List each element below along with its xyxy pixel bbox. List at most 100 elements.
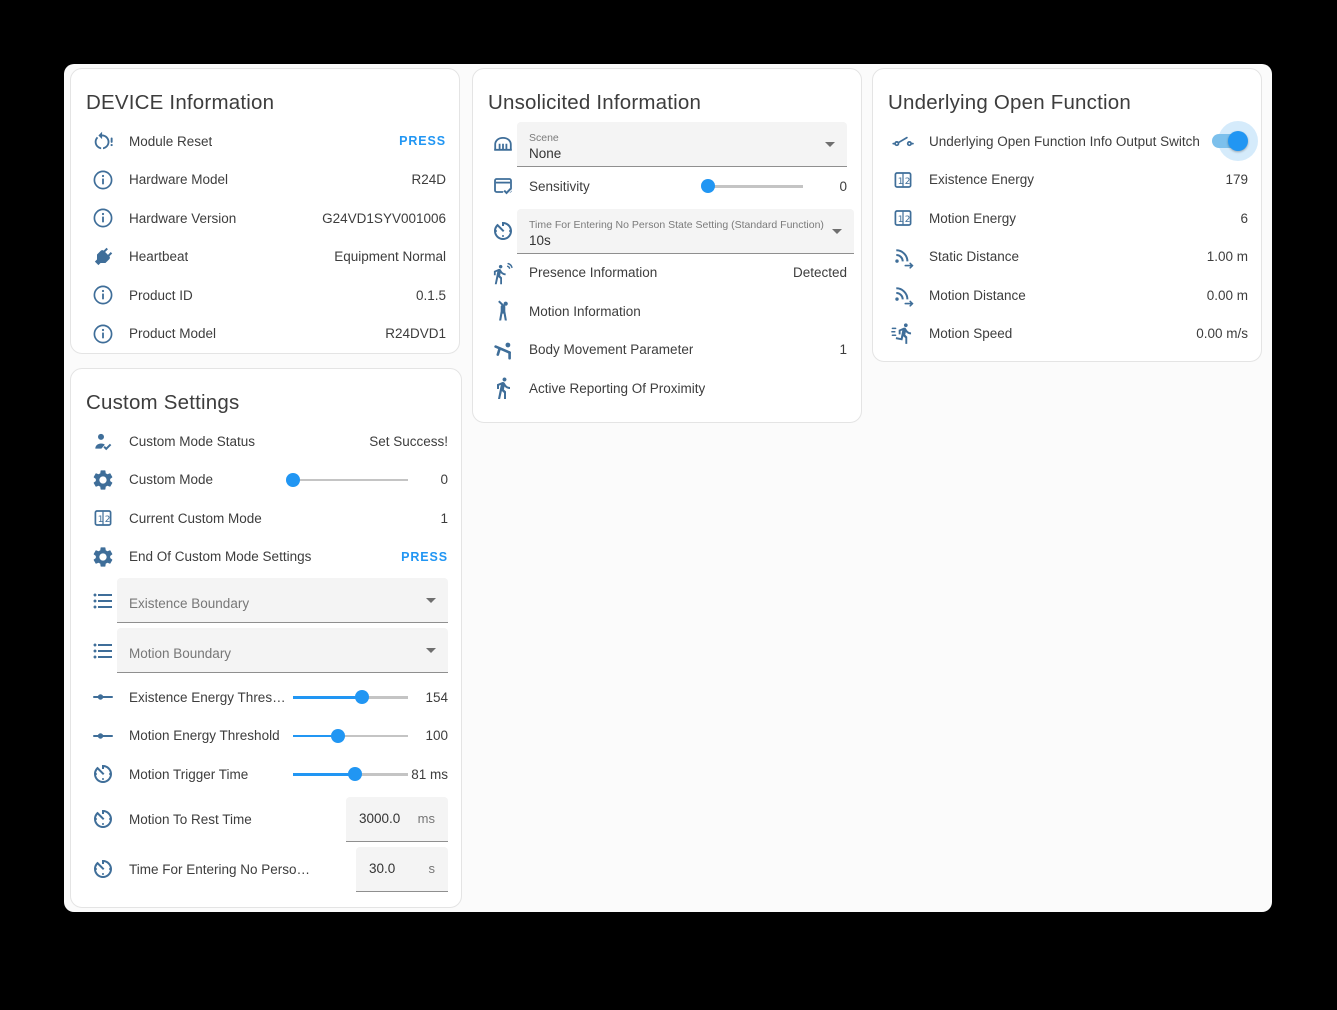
open-function-output-toggle[interactable]	[1208, 129, 1248, 153]
row-label: Custom Mode	[129, 472, 213, 487]
row-value: 179	[1217, 172, 1248, 187]
field-unit: ms	[418, 811, 435, 826]
row-label: Body Movement Parameter	[529, 342, 693, 357]
motion-energy-threshold-slider[interactable]	[293, 728, 408, 744]
signal-distance-icon	[891, 245, 915, 269]
row-label: Motion Energy	[929, 211, 1016, 226]
row-heartbeat: Heartbeat Equipment Normal	[71, 238, 459, 277]
row-label: Product Model	[129, 326, 216, 341]
content-panel: DEVICE Information Module Reset PRESS Ha…	[64, 64, 1272, 912]
slider-thumb[interactable]	[286, 473, 300, 487]
slider-thumb[interactable]	[701, 179, 715, 193]
list-icon	[91, 589, 115, 613]
module-reset-press-button[interactable]: PRESS	[399, 134, 446, 148]
slider-value: 154	[408, 690, 448, 705]
row-presence-information: Presence Information Detected	[473, 254, 861, 293]
row-motion-to-rest-time: Motion To Rest Time 3000.0 ms	[71, 797, 461, 842]
motion-trigger-time-slider[interactable]	[293, 766, 408, 782]
row-body-movement-parameter: Body Movement Parameter 1	[473, 331, 861, 370]
row-motion-boundary: Motion Boundary	[71, 628, 461, 673]
body-movement-icon	[491, 338, 515, 362]
motion-to-rest-time-field[interactable]: 3000.0 ms	[346, 797, 448, 842]
info-icon	[91, 206, 115, 230]
field-value: 30.0	[369, 861, 395, 876]
slider-value: 81 ms	[408, 767, 448, 782]
row-label: End Of Custom Mode Settings	[129, 549, 311, 564]
numbers-icon: 12	[891, 206, 915, 230]
field-unit: s	[429, 861, 436, 876]
svg-text:2: 2	[905, 177, 911, 187]
slider-thumb[interactable]	[348, 767, 362, 781]
row-value: Equipment Normal	[326, 249, 446, 264]
row-value: Set Success!	[361, 434, 448, 449]
slider-dot-icon	[91, 724, 115, 748]
row-label: Underlying Open Function Info Output Swi…	[929, 134, 1200, 149]
existence-energy-threshold-slider[interactable]	[293, 689, 408, 705]
row-time-for-entering-no-person: Time For Entering No Perso… 30.0 s	[71, 847, 461, 892]
row-hardware-model: Hardware Model R24D	[71, 161, 459, 200]
card-title-unsolicited-information: Unsolicited Information	[488, 90, 846, 116]
svg-text:2: 2	[905, 215, 911, 225]
underlying-open-function-card: Underlying Open Function Underlying Open…	[872, 68, 1262, 362]
row-label: Static Distance	[929, 249, 1019, 264]
custom-settings-card: Custom Settings Custom Mode Status Set S…	[70, 368, 462, 908]
row-custom-mode-status: Custom Mode Status Set Success!	[71, 422, 461, 461]
motion-boundary-select[interactable]: Motion Boundary	[117, 628, 448, 673]
sensitivity-slider[interactable]	[703, 178, 803, 194]
slider-thumb[interactable]	[355, 690, 369, 704]
select-label: Time For Entering No Person State Settin…	[529, 219, 824, 232]
row-active-reporting-of-proximity: Active Reporting Of Proximity	[473, 369, 861, 408]
row-label: Presence Information	[529, 265, 657, 280]
row-label: Sensitivity	[529, 179, 590, 194]
card-title-underlying-open-function: Underlying Open Function	[888, 90, 1246, 116]
row-custom-mode: Custom Mode 0	[71, 461, 461, 500]
walking-person-icon	[491, 376, 515, 400]
no-person-time-field[interactable]: 30.0 s	[356, 847, 448, 892]
row-sensitivity: Sensitivity 0	[473, 167, 861, 206]
row-label: Time For Entering No Perso…	[129, 862, 310, 877]
timer-icon	[91, 857, 115, 881]
plug-icon	[91, 245, 115, 269]
no-person-time-select[interactable]: Time For Entering No Person State Settin…	[517, 209, 854, 254]
timer-icon	[91, 807, 115, 831]
field-value: 3000.0	[359, 811, 400, 826]
row-motion-speed: Motion Speed 0.00 m/s	[873, 315, 1261, 354]
svg-text:2: 2	[105, 515, 111, 525]
card-title-device-information: DEVICE Information	[86, 90, 444, 116]
existence-boundary-select[interactable]: Existence Boundary	[117, 578, 448, 623]
row-label: Motion Information	[529, 304, 641, 319]
row-value: 1.00 m	[1199, 249, 1248, 264]
row-value: 1	[432, 511, 448, 526]
slider-value: 100	[408, 728, 448, 743]
end-custom-mode-press-button[interactable]: PRESS	[401, 550, 448, 564]
gear-icon	[91, 545, 115, 569]
device-information-card: DEVICE Information Module Reset PRESS Ha…	[70, 68, 460, 354]
row-value: R24D	[403, 172, 446, 187]
unsolicited-information-card: Unsolicited Information Scene None Sensi…	[472, 68, 862, 423]
custom-mode-slider[interactable]	[293, 472, 408, 488]
row-value: R24DVD1	[377, 326, 446, 341]
row-label: Hardware Version	[129, 211, 236, 226]
row-label: Module Reset	[129, 134, 212, 149]
gear-icon	[91, 468, 115, 492]
slider-thumb[interactable]	[331, 729, 345, 743]
row-existence-boundary: Existence Boundary	[71, 578, 461, 623]
row-value: 0.1.5	[408, 288, 446, 303]
row-label: Current Custom Mode	[129, 511, 262, 526]
row-motion-distance: Motion Distance 0.00 m	[873, 276, 1261, 315]
row-product-model: Product Model R24DVD1	[71, 315, 459, 354]
row-motion-energy: 12 Motion Energy 6	[873, 199, 1261, 238]
svg-text:1: 1	[898, 215, 904, 225]
person-check-icon	[91, 429, 115, 453]
row-label: Existence Energy	[929, 172, 1034, 187]
row-hardware-version: Hardware Version G24VD1SYV001006	[71, 199, 459, 238]
slider-dot-icon	[91, 685, 115, 709]
row-label: Active Reporting Of Proximity	[529, 381, 705, 396]
info-icon	[91, 168, 115, 192]
row-static-distance: Static Distance 1.00 m	[873, 238, 1261, 277]
row-value: 0.00 m/s	[1188, 326, 1248, 341]
row-existence-energy: 12 Existence Energy 179	[873, 161, 1261, 200]
row-label: Motion Speed	[929, 326, 1012, 341]
row-label: Custom Mode Status	[129, 434, 255, 449]
scene-select[interactable]: Scene None	[517, 122, 847, 167]
